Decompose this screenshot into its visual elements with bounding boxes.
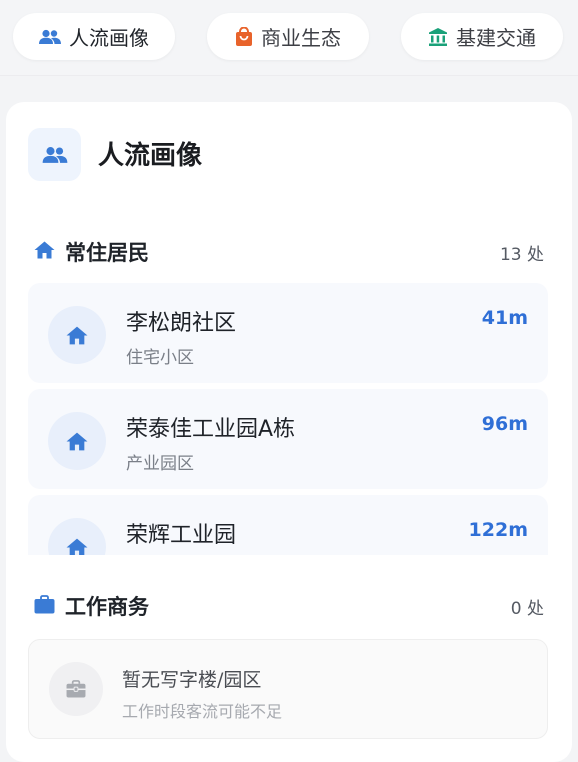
- item-distance: 122m: [468, 519, 528, 541]
- shopping-bag-icon: [235, 26, 253, 47]
- card-title: 人流画像: [98, 141, 203, 171]
- home-icon: [48, 412, 106, 470]
- item-distance: 41m: [481, 307, 528, 329]
- home-icon: [48, 306, 106, 364]
- list-item[interactable]: 李松朗社区 住宅小区 41m: [28, 283, 548, 383]
- tab-label: 基建交通: [456, 26, 536, 50]
- bank-icon: [428, 27, 448, 47]
- section-count: 13 处: [499, 244, 544, 265]
- residents-section-header: 常住居民 13 处: [34, 237, 544, 267]
- tab-business-ecology[interactable]: 商业生态: [207, 13, 369, 60]
- item-name: 荣辉工业园: [126, 523, 237, 548]
- list-item[interactable]: 荣泰佳工业园A栋 产业园区 96m: [28, 389, 548, 489]
- list-item[interactable]: 荣辉工业园 122m: [28, 495, 548, 555]
- section-count: 0 处: [510, 598, 544, 619]
- tab-people-flow[interactable]: 人流画像: [13, 13, 175, 60]
- section-title: 工作商务: [65, 595, 149, 619]
- item-distance: 96m: [481, 413, 528, 435]
- briefcase-icon: [34, 594, 55, 618]
- item-type: 产业园区: [126, 454, 194, 474]
- item-name: 李松朗社区: [126, 311, 237, 336]
- tab-bar: 人流画像 商业生态 基建交通: [0, 0, 578, 76]
- people-icon: [39, 29, 61, 45]
- people-icon: [28, 128, 81, 181]
- briefcase-icon: [49, 662, 103, 716]
- tab-label: 商业生态: [261, 26, 341, 50]
- empty-state: 暂无写字楼/园区 工作时段客流可能不足: [28, 639, 548, 739]
- item-name: 荣泰佳工业园A栋: [126, 417, 296, 442]
- section-title: 常住居民: [65, 241, 149, 265]
- empty-title: 暂无写字楼/园区: [122, 669, 262, 691]
- tab-infrastructure[interactable]: 基建交通: [401, 13, 563, 60]
- people-flow-card: 人流画像 常住居民 13 处 李松朗社区 住宅小区 41m 荣泰佳工业园A栋 产…: [6, 102, 572, 762]
- empty-subtitle: 工作时段客流可能不足: [122, 702, 283, 721]
- residents-list[interactable]: 李松朗社区 住宅小区 41m 荣泰佳工业园A栋 产业园区 96m 荣辉工业园 1…: [28, 283, 548, 555]
- item-type: 住宅小区: [126, 348, 194, 368]
- work-section-header: 工作商务 0 处: [34, 591, 544, 621]
- home-icon: [48, 518, 106, 555]
- tab-label: 人流画像: [69, 26, 149, 50]
- home-icon: [34, 241, 55, 263]
